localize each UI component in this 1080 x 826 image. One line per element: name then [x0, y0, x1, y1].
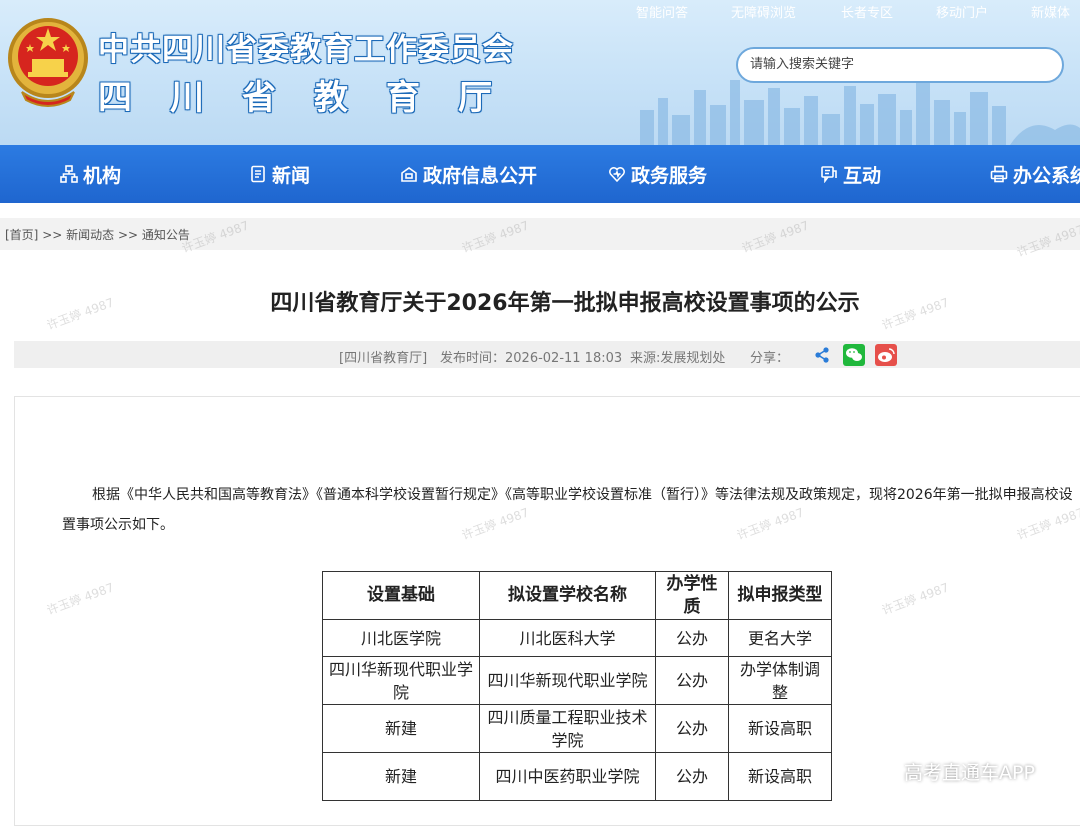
table-cell: 川北医学院 — [322, 619, 480, 657]
top-link-elderly[interactable]: 长者专区 — [841, 2, 893, 21]
news-icon — [251, 165, 265, 183]
article-source: 来源:发展规划处 — [630, 351, 726, 366]
breadcrumb-news-link[interactable]: 新闻动态 — [66, 228, 114, 242]
nav-label: 新闻 — [272, 164, 311, 187]
search-box — [736, 47, 1064, 83]
table-cell: 公办 — [655, 752, 729, 801]
weibo-icon[interactable] — [875, 344, 897, 366]
table-cell: 四川华新现代职业学院 — [322, 656, 480, 705]
table-row: 川北医学院 川北医科大学 公办 更名大学 — [322, 619, 832, 657]
nav-item-interaction[interactable]: 互动 — [820, 145, 881, 203]
nav-label: 政府信息公开 — [423, 164, 538, 187]
article-title: 四川省教育厅关于2026年第一批拟申报高校设置事项的公示 — [270, 291, 860, 316]
table-cell: 公办 — [655, 619, 729, 657]
share-icon[interactable] — [811, 344, 833, 366]
breadcrumb: [首页] >> 新闻动态 >> 通知公告 — [5, 226, 190, 243]
printer-icon — [990, 165, 1008, 183]
site-header: 中共四川省委教育工作委员会 四川省教育厅 智能问答 无障碍浏览 长者专区 移动门… — [0, 0, 1080, 145]
breadcrumb-home-link[interactable]: [首页] — [5, 228, 38, 242]
table-header-row: 设置基础 拟设置学校名称 办学性质 拟申报类型 — [322, 571, 832, 620]
table-cell: 新设高职 — [728, 752, 832, 801]
article-paragraph: 根据《中华人民共和国高等教育法》《普通本科学校设置暂行规定》《高等职业学校设置标… — [62, 487, 1073, 533]
table-row: 新建 四川中医药职业学院 公办 新设高职 — [322, 752, 832, 801]
breadcrumb-separator: >> — [42, 228, 63, 242]
table-cell: 新建 — [322, 704, 480, 753]
table-cell: 公办 — [655, 656, 729, 705]
table-header-cell: 办学性质 — [655, 571, 729, 620]
table-cell: 更名大学 — [728, 619, 832, 657]
chat-icon — [821, 166, 837, 183]
table-cell: 公办 — [655, 704, 729, 753]
nav-item-org[interactable]: 机构 — [60, 145, 121, 203]
top-link-mobile[interactable]: 移动门户 — [936, 2, 988, 21]
table-row: 四川华新现代职业学院 四川华新现代职业学院 公办 办学体制调整 — [322, 656, 832, 705]
org-icon — [60, 165, 78, 183]
wechat-icon[interactable] — [843, 344, 865, 366]
top-link-new-media[interactable]: 新媒体 — [1031, 2, 1070, 21]
nav-label: 互动 — [843, 164, 882, 187]
nav-label: 政务服务 — [631, 164, 708, 187]
table-cell: 川北医科大学 — [479, 619, 656, 657]
site-title-committee: 中共四川省委教育工作委员会 — [98, 32, 514, 68]
nav-item-info-open[interactable]: 政府信息公开 — [400, 145, 537, 203]
heart-service-icon — [609, 167, 625, 183]
article-meta-bar: [四川省教育厅] 发布时间：2026-02-11 18:03 来源:发展规划处 … — [14, 341, 1080, 368]
top-link-smart-qa[interactable]: 智能问答 — [636, 2, 688, 21]
table-cell: 四川华新现代职业学院 — [479, 656, 656, 705]
breadcrumb-bar: [首页] >> 新闻动态 >> 通知公告 — [0, 218, 1080, 250]
table-header-cell: 设置基础 — [322, 571, 480, 620]
info-open-icon — [401, 167, 417, 182]
article-source-tag: [四川省教育厅] — [339, 351, 428, 366]
table-cell: 新设高职 — [728, 704, 832, 753]
nav-item-gov-service[interactable]: 政务服务 — [608, 145, 707, 203]
table-cell: 四川质量工程职业技术学院 — [479, 704, 656, 753]
nav-label: 机构 — [83, 164, 122, 187]
table-cell: 新建 — [322, 752, 480, 801]
site-title-department: 四川省教育厅 — [98, 78, 530, 118]
search-input[interactable] — [748, 56, 1052, 73]
top-links: 智能问答 无障碍浏览 长者专区 移动门户 新媒体 — [636, 2, 1080, 22]
share-label: 分享： — [750, 351, 790, 366]
top-link-accessibility[interactable]: 无障碍浏览 — [731, 2, 796, 21]
nav-item-news[interactable]: 新闻 — [249, 145, 310, 203]
national-emblem-icon — [8, 18, 88, 107]
article-publish-time: 发布时间：2026-02-11 18:03 — [440, 351, 623, 366]
table-cell: 办学体制调整 — [728, 656, 832, 705]
table-cell: 四川中医药职业学院 — [479, 752, 656, 801]
table-header-cell: 拟设置学校名称 — [479, 571, 656, 620]
nav-label: 办公系统 — [1013, 164, 1080, 187]
table-row: 新建 四川质量工程职业技术学院 公办 新设高职 — [322, 704, 832, 753]
nav-item-office-system[interactable]: 办公系统 — [990, 145, 1080, 203]
breadcrumb-separator: >> — [117, 228, 139, 242]
table-header-cell: 拟申报类型 — [728, 571, 832, 620]
app-watermark: 高考直通车APP — [904, 762, 1035, 784]
breadcrumb-notice-link[interactable]: 通知公告 — [142, 228, 190, 242]
main-nav: 机构 新闻 政府信息公开 政务服务 互动 办公系统 — [0, 145, 1080, 203]
universities-table: 设置基础 拟设置学校名称 办学性质 拟申报类型 川北医学院 川北医科大学 公办 … — [322, 571, 832, 801]
